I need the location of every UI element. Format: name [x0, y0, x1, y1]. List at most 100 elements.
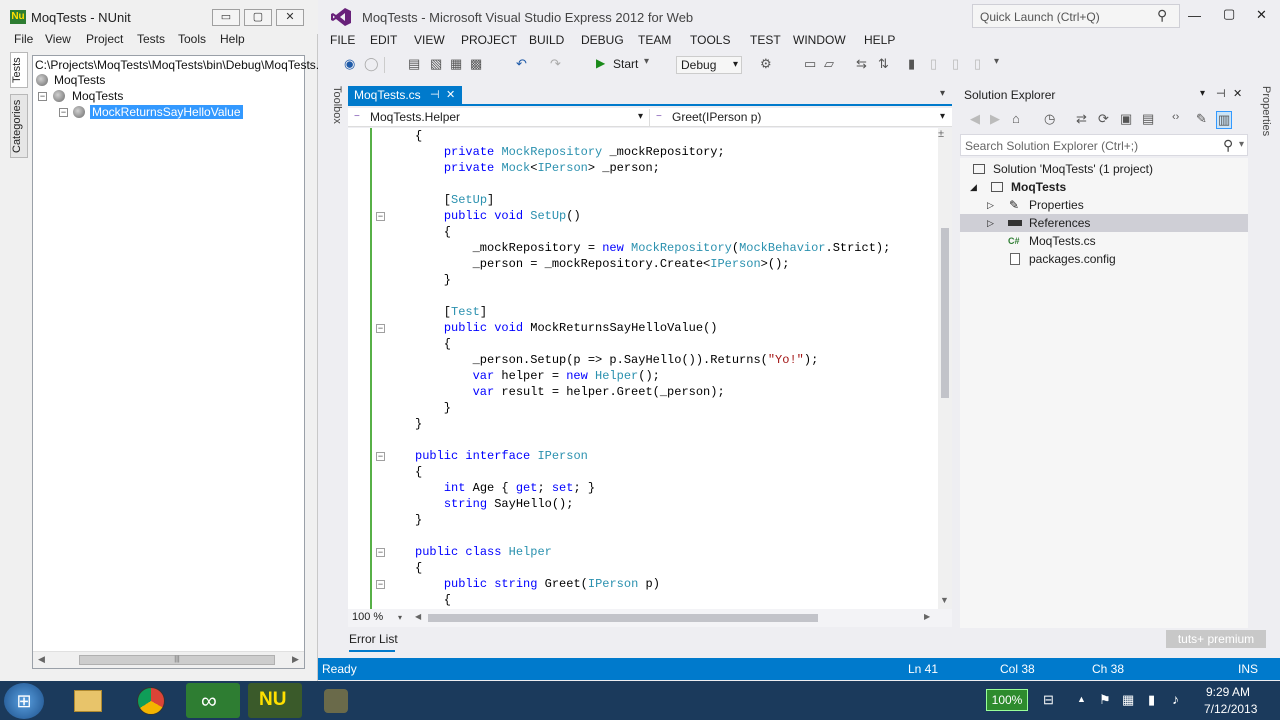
start-button[interactable]: ⊞: [4, 683, 44, 719]
menu-tests[interactable]: Tests: [137, 32, 165, 46]
start-dropdown-icon[interactable]: ▾: [644, 56, 649, 67]
split-icon[interactable]: ±: [938, 128, 944, 140]
code-line[interactable]: }: [415, 272, 451, 288]
pending-changes-icon[interactable]: ◷: [1044, 111, 1055, 127]
explorer-taskbar-button[interactable]: [62, 683, 116, 718]
menu-view[interactable]: VIEW: [414, 33, 445, 47]
nunit-taskbar-button[interactable]: NU: [248, 683, 302, 718]
chrome-taskbar-button[interactable]: [124, 683, 178, 718]
tab-tests[interactable]: Tests: [10, 52, 28, 88]
collapsed-arrow-icon[interactable]: ▷: [987, 214, 994, 232]
code-line[interactable]: var helper = new Helper();: [415, 368, 660, 384]
device-icon[interactable]: ▦: [1122, 692, 1134, 708]
menu-help[interactable]: Help: [220, 32, 245, 46]
tree-properties[interactable]: ▷ ✎ Properties: [960, 196, 1248, 214]
tree-node-assembly[interactable]: MoqTests: [54, 73, 105, 87]
toolbox-tab[interactable]: Toolbox: [327, 86, 343, 132]
code-line[interactable]: public string Greet(IPerson p): [415, 576, 660, 592]
scroll-left-icon[interactable]: ◀: [415, 612, 421, 621]
home-icon[interactable]: ⌂: [1012, 111, 1020, 126]
code-line[interactable]: private MockRepository _mockRepository;: [415, 144, 725, 160]
outline-collapse-icon[interactable]: −: [376, 452, 385, 461]
navigate-back-icon[interactable]: ◉: [344, 56, 355, 72]
start-button[interactable]: Start: [613, 57, 638, 71]
code-line[interactable]: }: [415, 416, 422, 432]
outline-collapse-icon[interactable]: −: [376, 212, 385, 221]
tree-root-path[interactable]: C:\Projects\MoqTests\MoqTests\bin\Debug\…: [35, 58, 319, 72]
refresh-icon[interactable]: ⟳: [1098, 111, 1109, 127]
scroll-right-icon[interactable]: ▶: [924, 612, 930, 621]
menu-project[interactable]: Project: [86, 32, 123, 46]
close-panel-icon[interactable]: ✕: [1233, 87, 1242, 100]
bookmark-icon[interactable]: ▮: [908, 56, 915, 72]
close-button[interactable]: ✕: [276, 9, 304, 26]
chevron-down-icon[interactable]: ▾: [398, 613, 402, 622]
code-line[interactable]: [SetUp]: [415, 192, 494, 208]
new-project-icon[interactable]: ▤: [408, 56, 420, 72]
close-tab-icon[interactable]: ✕: [446, 86, 455, 105]
tree-moqtests-cs[interactable]: C# MoqTests.cs: [960, 232, 1248, 250]
code-line[interactable]: _person = _mockRepository.Create<IPerson…: [415, 256, 790, 272]
code-line[interactable]: public interface IPerson: [415, 448, 588, 464]
code-line[interactable]: {: [415, 224, 451, 240]
attach-icon[interactable]: ⚙: [760, 56, 772, 72]
code-line[interactable]: public class Helper: [415, 544, 552, 560]
scroll-left-icon[interactable]: ◀: [38, 654, 45, 665]
tree-node-namespace[interactable]: MoqTests: [72, 89, 123, 103]
code-line[interactable]: private Mock<IPerson> _person;: [415, 160, 660, 176]
tree-solution[interactable]: Solution 'MoqTests' (1 project): [960, 160, 1248, 178]
solution-explorer-search[interactable]: Search Solution Explorer (Ctrl+;) ⚲ ▾: [960, 134, 1248, 156]
outline-collapse-icon[interactable]: −: [376, 548, 385, 557]
bookmark-prev-icon[interactable]: ▯: [930, 56, 937, 72]
tree-references[interactable]: ▷ References: [960, 214, 1248, 232]
pin-icon[interactable]: ⊣: [1216, 87, 1226, 100]
code-line[interactable]: int Age { get; set; }: [415, 480, 595, 496]
code-line[interactable]: {: [415, 464, 422, 480]
menu-file[interactable]: File: [14, 32, 33, 46]
forward-icon[interactable]: ▶: [990, 111, 1000, 127]
breakpoint-icon[interactable]: ⇅: [878, 56, 889, 72]
clock-date[interactable]: 7/12/2013: [1204, 702, 1257, 716]
solution-configuration-select[interactable]: Debug ▾: [676, 56, 742, 74]
collapse-all-icon[interactable]: ▣: [1120, 111, 1132, 127]
start-debug-icon[interactable]: ▶: [596, 56, 605, 70]
browse-icon[interactable]: ▱: [824, 56, 834, 72]
outline-collapse-icon[interactable]: −: [376, 324, 385, 333]
outline-collapse-icon[interactable]: −: [376, 580, 385, 589]
vs-close-button[interactable]: ✕: [1256, 7, 1267, 23]
minimize-button[interactable]: ▭: [212, 9, 240, 26]
scroll-down-icon[interactable]: ▼: [940, 595, 949, 605]
menu-test[interactable]: TEST: [750, 33, 781, 47]
battery-indicator[interactable]: 100%: [986, 689, 1028, 711]
code-line[interactable]: var result = helper.Greet(_person);: [415, 384, 725, 400]
scroll-right-icon[interactable]: ▶: [292, 654, 299, 665]
code-line[interactable]: {: [415, 128, 422, 144]
tree-node-test-selected[interactable]: MockReturnsSayHelloValue: [90, 105, 243, 119]
menu-team[interactable]: TEAM: [638, 33, 671, 47]
code-line[interactable]: {: [415, 336, 451, 352]
tree-horizontal-scrollbar[interactable]: ◀ ||| ▶: [33, 651, 304, 668]
back-icon[interactable]: ◀: [970, 111, 980, 127]
action-center-icon[interactable]: ⚑: [1099, 692, 1111, 708]
menu-help[interactable]: HELP: [864, 33, 895, 47]
type-dropdown[interactable]: − MoqTests.Helper ▾: [348, 109, 650, 126]
app-taskbar-button[interactable]: [310, 683, 364, 718]
panel-menu-icon[interactable]: ▾: [1200, 88, 1205, 99]
open-file-icon[interactable]: ▧: [430, 56, 442, 72]
vs-taskbar-button[interactable]: ∞: [186, 683, 240, 718]
error-list-tab[interactable]: Error List: [349, 632, 398, 646]
code-line[interactable]: {: [415, 592, 451, 608]
code-editor[interactable]: − − − − − { private MockRepository _mock…: [348, 128, 938, 609]
clock-time[interactable]: 9:29 AM: [1206, 685, 1250, 699]
solution-icon[interactable]: ▭: [804, 56, 816, 72]
properties-icon[interactable]: ✎: [1196, 111, 1207, 127]
signal-icon[interactable]: ▮: [1148, 692, 1155, 708]
code-line[interactable]: _mockRepository = new MockRepository(Moc…: [415, 240, 891, 256]
show-all-files-icon[interactable]: ▤: [1142, 111, 1154, 127]
member-dropdown[interactable]: − Greet(IPerson p) ▾: [652, 109, 952, 126]
editor-vertical-scrollbar[interactable]: ± ▼: [938, 128, 952, 609]
show-hidden-icons[interactable]: ▲: [1077, 694, 1086, 704]
menu-view[interactable]: View: [45, 32, 71, 46]
code-line[interactable]: }: [415, 400, 451, 416]
tree-packages-config[interactable]: packages.config: [960, 250, 1248, 268]
